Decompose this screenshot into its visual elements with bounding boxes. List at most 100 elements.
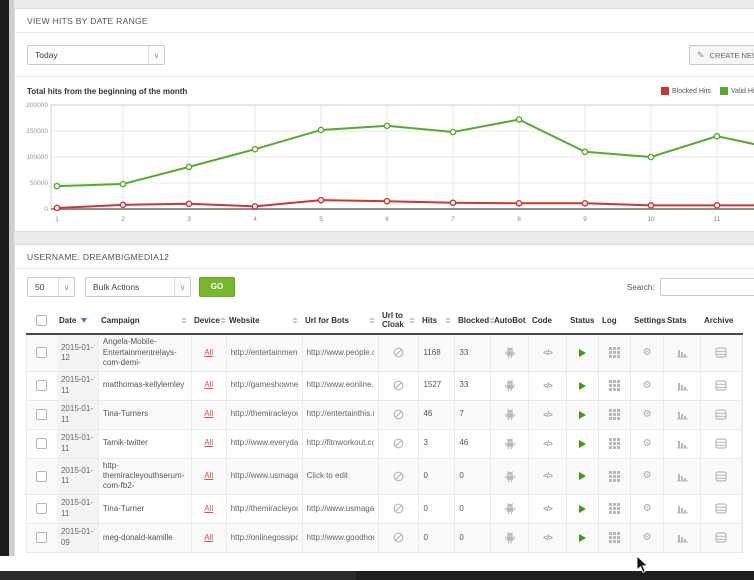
cloak-disabled-icon[interactable] — [379, 335, 419, 370]
gear-icon[interactable]: ⚙ — [631, 372, 664, 400]
device-link[interactable]: All — [204, 533, 213, 543]
website-url[interactable]: http://themiracleyouthser... — [231, 409, 298, 419]
log-grid-icon[interactable] — [599, 372, 631, 400]
url-for-bots[interactable]: http://entertainthis.usatod... — [307, 409, 375, 419]
svg-text:5: 5 — [319, 216, 323, 223]
cloak-disabled-icon[interactable] — [379, 372, 419, 400]
row-checkbox[interactable] — [36, 532, 47, 543]
gear-icon[interactable]: ⚙ — [631, 430, 664, 458]
device-link[interactable]: All — [204, 504, 213, 514]
archive-icon[interactable] — [701, 495, 742, 523]
play-icon[interactable] — [567, 430, 599, 458]
device-link[interactable]: All — [204, 471, 213, 481]
android-icon[interactable] — [491, 495, 529, 523]
go-button[interactable]: GO — [199, 277, 235, 297]
bulk-actions-select[interactable]: Bulk Actions ∨ — [85, 277, 191, 297]
archive-icon[interactable] — [701, 430, 742, 458]
code-icon[interactable]: </> — [529, 459, 567, 494]
cloak-disabled-icon[interactable] — [379, 430, 419, 458]
code-icon[interactable]: </> — [529, 335, 567, 370]
gear-icon[interactable]: ⚙ — [631, 335, 664, 370]
stats-chart-icon[interactable] — [664, 524, 701, 552]
android-icon[interactable] — [491, 459, 529, 494]
play-icon[interactable] — [567, 401, 599, 429]
code-icon[interactable]: </> — [529, 495, 567, 523]
archive-icon[interactable] — [701, 401, 742, 429]
row-checkbox[interactable] — [36, 409, 47, 420]
log-grid-icon[interactable] — [599, 495, 631, 523]
website-url[interactable]: http://www.everydayfitnes... — [231, 438, 298, 448]
code-icon[interactable]: </> — [529, 524, 567, 552]
website-url[interactable]: http://onlinegossipchann... — [231, 533, 298, 543]
archive-icon[interactable] — [701, 524, 742, 552]
column-header-url_cloak[interactable]: Url to Cloak — [379, 307, 419, 333]
play-icon[interactable] — [567, 335, 599, 370]
gear-icon[interactable]: ⚙ — [631, 524, 664, 552]
android-icon[interactable] — [491, 430, 529, 458]
create-campaign-button[interactable]: ✎ CREATE NEW CAMPAIGN — [689, 45, 754, 65]
device-link[interactable]: All — [204, 348, 213, 358]
select-all-checkbox[interactable] — [36, 315, 47, 326]
row-checkbox[interactable] — [36, 380, 47, 391]
website-url[interactable]: http://gameshownews.net — [231, 380, 298, 390]
gear-icon[interactable]: ⚙ — [631, 495, 664, 523]
cloak-disabled-icon[interactable] — [379, 459, 419, 494]
gear-icon[interactable]: ⚙ — [631, 459, 664, 494]
column-header-blocked[interactable]: Blocked — [455, 307, 491, 333]
column-header-date[interactable]: Date — [56, 307, 98, 333]
column-header-campaign[interactable]: Campaign — [98, 307, 191, 333]
cloak-disabled-icon[interactable] — [379, 401, 419, 429]
website-url[interactable]: http://www.usmagazine.c... — [231, 471, 298, 481]
code-icon[interactable]: </> — [529, 401, 567, 429]
android-icon[interactable] — [491, 335, 529, 370]
row-checkbox[interactable] — [36, 471, 47, 482]
device-link[interactable]: All — [204, 409, 213, 419]
url-for-bots[interactable]: http://www.people.com/ar... — [307, 348, 375, 358]
log-grid-icon[interactable] — [599, 430, 631, 458]
stats-chart-icon[interactable] — [664, 372, 701, 400]
log-grid-icon[interactable] — [599, 524, 631, 552]
row-checkbox[interactable] — [36, 503, 47, 514]
date-range-select[interactable]: Today ∨ — [27, 45, 165, 65]
url-for-bots[interactable]: http://www.usmagazine.c... — [307, 504, 375, 514]
play-icon[interactable] — [567, 495, 599, 523]
url-for-bots[interactable]: http://www.goodhouseke... — [307, 533, 375, 543]
stats-chart-icon[interactable] — [664, 495, 701, 523]
row-checkbox[interactable] — [36, 438, 47, 449]
device-link[interactable]: All — [204, 380, 213, 390]
stats-chart-icon[interactable] — [664, 335, 701, 370]
stats-chart-icon[interactable] — [664, 459, 701, 494]
archive-icon[interactable] — [701, 459, 742, 494]
cloak-disabled-icon[interactable] — [379, 524, 419, 552]
page-size-select[interactable]: 50 ∨ — [27, 277, 75, 297]
column-header-device[interactable]: Device — [191, 307, 226, 333]
column-header-url_bots[interactable]: Url for Bots — [302, 307, 379, 333]
device-link[interactable]: All — [204, 438, 213, 448]
url-for-bots[interactable]: http://fitnworkout.com/ — [307, 438, 375, 448]
code-icon[interactable]: </> — [529, 430, 567, 458]
log-grid-icon[interactable] — [599, 459, 631, 494]
cloak-disabled-icon[interactable] — [379, 495, 419, 523]
url-for-bots[interactable]: Click to edit — [307, 471, 348, 481]
android-icon[interactable] — [491, 372, 529, 400]
stats-chart-icon[interactable] — [664, 401, 701, 429]
log-grid-icon[interactable] — [599, 335, 631, 370]
column-header-hits[interactable]: Hits — [419, 307, 455, 333]
code-icon[interactable]: </> — [529, 372, 567, 400]
stats-chart-icon[interactable] — [664, 430, 701, 458]
play-icon[interactable] — [567, 524, 599, 552]
play-icon[interactable] — [567, 372, 599, 400]
play-icon[interactable] — [567, 459, 599, 494]
url-for-bots[interactable]: http://www.eonline.com/n... — [307, 380, 375, 390]
search-input[interactable] — [660, 278, 754, 296]
log-grid-icon[interactable] — [599, 401, 631, 429]
archive-icon[interactable] — [701, 372, 742, 400]
archive-icon[interactable] — [701, 335, 742, 370]
android-icon[interactable] — [491, 524, 529, 552]
website-url[interactable]: http://themiracleyouthser... — [231, 504, 298, 514]
android-icon[interactable] — [491, 401, 529, 429]
row-checkbox[interactable] — [36, 347, 47, 358]
gear-icon[interactable]: ⚙ — [631, 401, 664, 429]
website-url[interactable]: http://entertainmentrelays... — [231, 348, 298, 358]
column-header-website[interactable]: Website — [226, 307, 302, 333]
